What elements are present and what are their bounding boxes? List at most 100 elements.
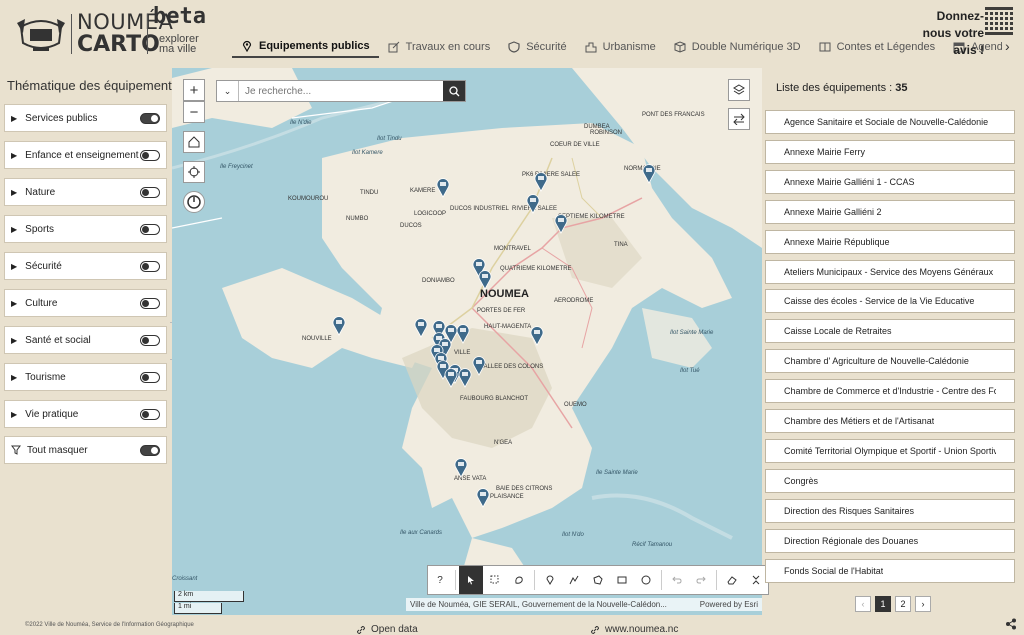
equipment-list-item[interactable]: Chambre de Commerce et d'Industrie - Cen… [765, 379, 1015, 404]
circle-tool[interactable] [634, 566, 658, 594]
page-2-button[interactable]: 2 [895, 596, 911, 612]
prev-page-button[interactable]: ‹ [855, 596, 871, 612]
equipment-list-item[interactable]: Direction Régionale des Douanes [765, 528, 1015, 553]
equipment-list-item[interactable]: Caisse des écoles - Service de la Vie Ed… [765, 289, 1015, 314]
map-marker-icon[interactable] [476, 488, 490, 508]
equipment-list-item[interactable]: Chambre des Métiers et de l'Artisanat [765, 409, 1015, 433]
map-marker-icon[interactable] [444, 368, 458, 388]
select-tool[interactable] [459, 566, 483, 594]
expand-caret-icon[interactable]: ▶ [11, 151, 17, 160]
map-marker-icon[interactable] [456, 324, 470, 344]
category-toggle[interactable] [140, 149, 160, 161]
equipment-list-item[interactable]: Annexe Mairie Galliéni 2 [765, 199, 1015, 224]
map-marker-icon[interactable] [414, 318, 428, 338]
map-marker-icon[interactable] [436, 178, 450, 198]
category-toggle[interactable] [140, 186, 160, 198]
hide-all-toggle[interactable] [140, 444, 160, 456]
rectangle-tool[interactable] [610, 566, 634, 594]
undo-button[interactable] [665, 566, 689, 594]
category-tourisme[interactable]: ▶ Tourisme [4, 363, 167, 391]
point-tool[interactable] [538, 566, 562, 594]
equipment-list-item[interactable]: Fonds Social de l'Habitat [765, 558, 1015, 583]
feedback-link[interactable]: Donnez-nous votre avis ! [912, 8, 984, 59]
equipment-list-item[interactable]: Direction des Risques Sanitaires [765, 498, 1015, 523]
expand-caret-icon[interactable]: ▶ [11, 225, 17, 234]
equipment-list-item[interactable]: Caisse Locale de Retraites [765, 319, 1015, 344]
polygon-tool[interactable] [586, 566, 610, 594]
equipment-list-item[interactable]: Comité Territorial Olympique et Sportif … [765, 438, 1015, 463]
map-marker-icon[interactable] [458, 368, 472, 388]
category-toggle[interactable] [140, 334, 160, 346]
equipment-list-item[interactable]: Agence Sanitaire et Sociale de Nouvelle-… [765, 110, 1015, 134]
map-marker-icon[interactable] [534, 172, 548, 192]
tab-equipements-publics[interactable]: Equipements publics [232, 36, 379, 58]
expand-caret-icon[interactable]: ▶ [11, 262, 17, 271]
map-marker-icon[interactable] [554, 214, 568, 234]
swipe-button[interactable] [728, 108, 750, 130]
search-source-dropdown[interactable]: ⌄ [217, 81, 239, 101]
erase-button[interactable] [720, 566, 744, 594]
tabs-next-button[interactable]: › [1005, 38, 1010, 54]
map-view[interactable]: NOUMEA Ile N'die Ilot Tindu Ilot Kamere Ile … [172, 68, 762, 615]
redo-button[interactable] [689, 566, 713, 594]
expand-caret-icon[interactable]: ▶ [11, 336, 17, 345]
map-marker-icon[interactable] [478, 270, 492, 290]
category-toggle[interactable] [140, 260, 160, 272]
expand-caret-icon[interactable]: ▶ [11, 114, 17, 123]
next-page-button[interactable]: › [915, 596, 931, 612]
equipment-list-item[interactable]: Congrès [765, 468, 1015, 493]
equipment-list-item[interactable]: Chambre d' Agriculture de Nouvelle-Caléd… [765, 349, 1015, 374]
website-link[interactable]: www.noumea.nc [590, 624, 678, 635]
lasso-tool[interactable] [507, 566, 531, 594]
equipment-list-item[interactable]: Annexe Mairie Galliéni 1 - CCAS [765, 169, 1015, 194]
category-culture[interactable]: ▶ Culture [4, 289, 167, 317]
zoom-in-button[interactable]: + [183, 79, 205, 101]
category-toggle[interactable] [140, 223, 160, 235]
category-enfance-et-enseignement[interactable]: ▶ Enfance et enseignement [4, 141, 167, 169]
expand-caret-icon[interactable]: ▶ [11, 373, 17, 382]
layers-button[interactable] [728, 79, 750, 101]
category-toggle[interactable] [140, 408, 160, 420]
expand-caret-icon[interactable]: ▶ [11, 188, 17, 197]
polyline-tool[interactable] [562, 566, 586, 594]
category-toggle[interactable] [140, 112, 160, 124]
open-data-link[interactable]: Open data [356, 624, 418, 635]
map-marker-icon[interactable] [530, 326, 544, 346]
share-icon[interactable] [1005, 618, 1017, 630]
category-toggle[interactable] [140, 371, 160, 383]
hide-all-row[interactable]: Tout masquer [4, 436, 167, 464]
equipment-list-item[interactable]: Ateliers Municipaux - Service des Moyens… [765, 259, 1015, 284]
expand-caret-icon[interactable]: ▶ [11, 299, 17, 308]
category-sante-et-social[interactable]: ▶ Santé et social [4, 326, 167, 354]
help-button[interactable]: ? [428, 566, 452, 594]
expand-caret-icon[interactable]: ▶ [11, 410, 17, 419]
map-marker-icon[interactable] [526, 194, 540, 214]
category-label: Sports [25, 223, 55, 235]
tab-s-curit-[interactable]: Sécurité [499, 36, 575, 58]
category-sports[interactable]: ▶ Sports [4, 215, 167, 243]
tab-travaux-en-cours[interactable]: Travaux en cours [379, 36, 500, 58]
search-button[interactable] [443, 81, 465, 101]
category-securite[interactable]: ▶ Sécurité [4, 252, 167, 280]
map-marker-icon[interactable] [332, 316, 346, 336]
page-1-button[interactable]: 1 [875, 596, 891, 612]
zoom-out-button[interactable]: − [183, 101, 205, 123]
category-nature[interactable]: ▶ Nature [4, 178, 167, 206]
qr-code-icon[interactable] [985, 7, 1013, 35]
category-vie-pratique[interactable]: ▶ Vie pratique [4, 400, 167, 428]
tab-urbanisme[interactable]: Urbanisme [576, 36, 665, 58]
map-marker-icon[interactable] [472, 356, 486, 376]
category-services-publics[interactable]: ▶ Services publics [4, 104, 167, 132]
equipment-list-item[interactable]: Annexe Mairie Ferry [765, 139, 1015, 164]
rect-select-tool[interactable] [483, 566, 507, 594]
category-toggle[interactable] [140, 297, 160, 309]
search-input[interactable] [239, 81, 443, 101]
equipment-list-item[interactable]: Annexe Mairie République [765, 229, 1015, 254]
tab-double-num-rique-3d[interactable]: Double Numérique 3D [665, 36, 810, 58]
locate-button[interactable] [183, 161, 205, 183]
powered-by[interactable]: Powered by Esri [700, 600, 758, 609]
home-button[interactable] [183, 131, 205, 153]
map-marker-icon[interactable] [454, 458, 468, 478]
compass-button[interactable] [183, 191, 205, 213]
map-marker-icon[interactable] [642, 164, 656, 184]
